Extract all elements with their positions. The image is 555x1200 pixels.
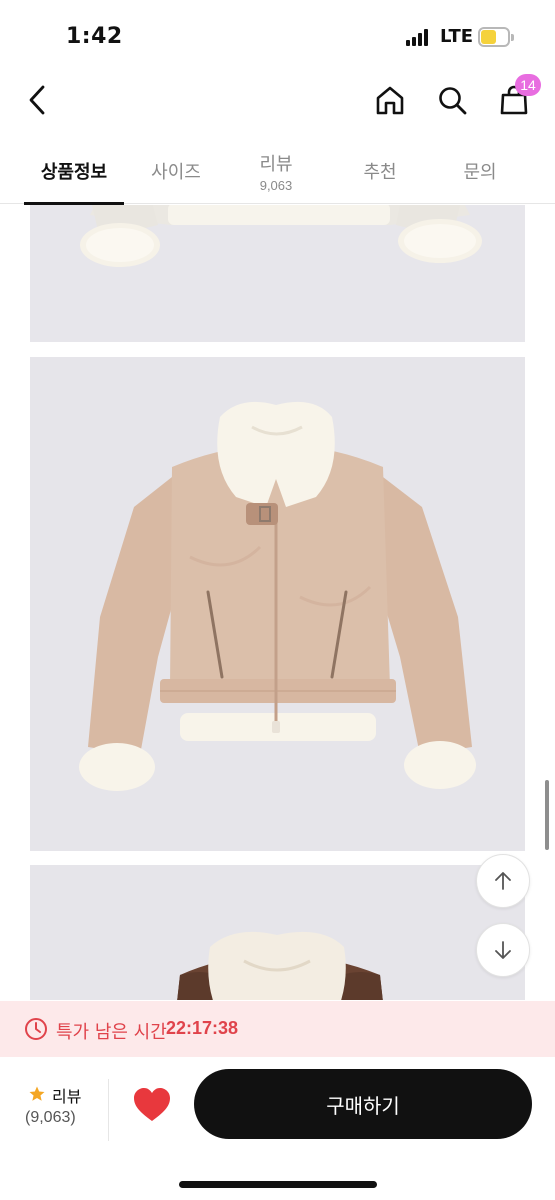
tab-label: 문의 [463,162,497,183]
status-time: 1:42 [66,24,123,49]
tab-product-info[interactable]: 상품정보 [24,138,124,205]
tab-recommend[interactable]: 추천 [340,138,420,204]
back-button[interactable] [16,78,60,122]
tab-size[interactable]: 사이즈 [136,138,216,204]
tab-label: 리뷰 [259,153,293,175]
cart-button[interactable]: 14 [492,74,541,122]
page-scrollbar[interactable] [545,780,549,850]
scroll-bottom-button[interactable] [476,923,530,977]
search-icon [439,87,467,115]
tab-label: 상품정보 [40,162,108,183]
scroll-top-button[interactable] [476,854,530,908]
clock-icon [25,1018,47,1040]
tab-review[interactable]: 리뷰 9,063 [236,138,316,204]
product-detail-content [0,205,555,1000]
search-button[interactable] [430,78,474,122]
product-image-brown-jacket [30,865,525,1000]
product-image-beige-jacket [30,357,525,851]
status-bar: 1:42 LTE [0,0,555,70]
chevron-left-icon [29,85,45,115]
home-icon [376,86,404,115]
battery-icon [478,27,514,47]
arrow-up-icon [495,872,511,890]
arrow-down-icon [495,941,511,959]
tab-label: 추천 [363,162,397,183]
product-image-ivory-jacket [30,205,525,342]
heart-icon [134,1088,170,1121]
timer-label: 특가 남은 시간 [56,1022,167,1043]
tab-inquiry[interactable]: 문의 [440,138,520,204]
product-tabs: 상품정보 사이즈 리뷰 9,063 추천 문의 [0,138,555,205]
cart-count-badge: 14 [515,74,541,96]
timer-countdown: 22:17:38 [166,1018,239,1038]
divider [108,1079,109,1141]
wishlist-button[interactable] [132,1087,172,1123]
signal-icon [406,29,432,46]
review-count: (9,063) [25,1109,76,1126]
special-price-timer: 특가 남은 시간 22:17:38 [0,1001,555,1057]
nav-bar: 14 [0,70,555,130]
home-indicator [179,1181,377,1188]
tab-review-count: 9,063 [259,177,293,193]
buy-button[interactable]: 구매하기 [194,1069,532,1139]
tab-label: 사이즈 [151,162,201,183]
star-icon [29,1086,45,1101]
review-label: 리뷰 [52,1087,82,1106]
bottom-action-bar: 리뷰 (9,063) 구매하기 [0,1057,555,1200]
network-type: LTE [440,26,474,47]
home-button[interactable] [368,78,412,122]
review-summary-button[interactable]: 리뷰 (9,063) [22,1083,92,1133]
